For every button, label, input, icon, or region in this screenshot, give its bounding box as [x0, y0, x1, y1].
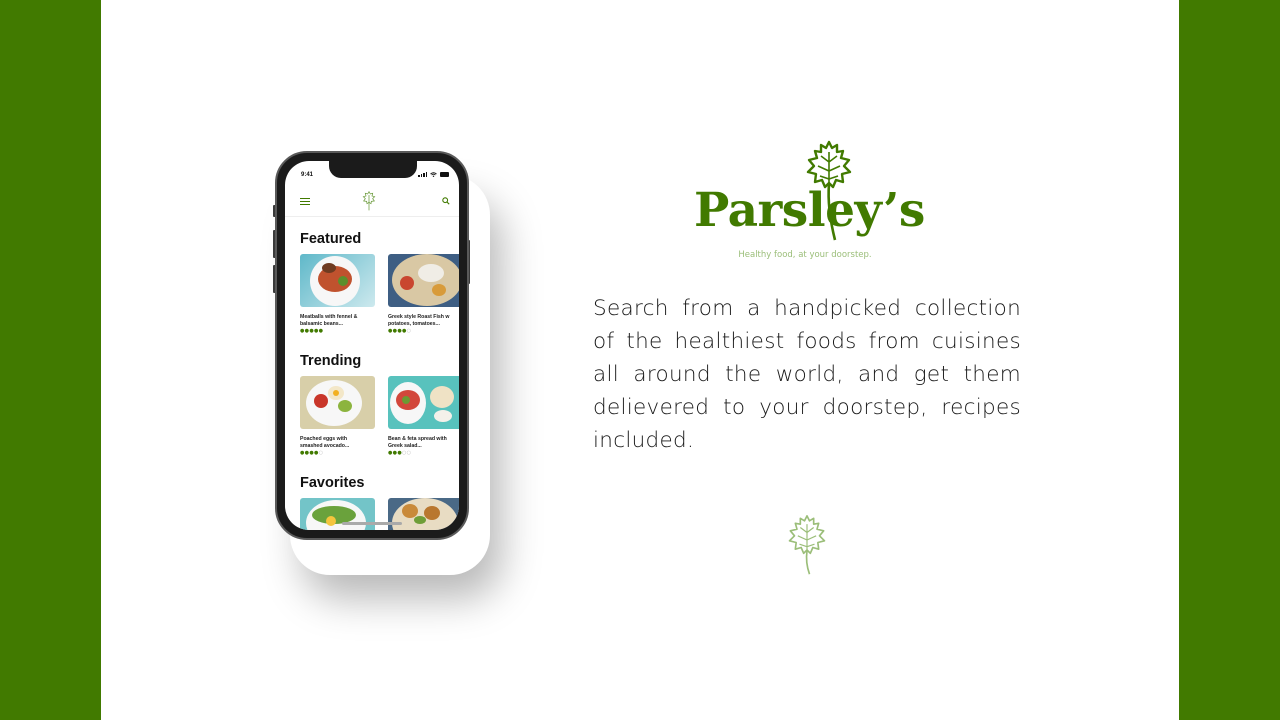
rating-stars: ●●●●● — [300, 328, 324, 334]
recipe-image — [388, 498, 459, 530]
recipe-card[interactable] — [388, 498, 459, 530]
section-title-trending: Trending — [300, 353, 362, 369]
status-time: 9:41 — [301, 172, 314, 178]
signal-icon — [418, 172, 427, 177]
recipe-card[interactable]: Poached eggs with smashed avocado... ●●●… — [300, 376, 375, 456]
recipe-image — [388, 376, 459, 429]
recipe-caption: Poached eggs with smashed avocado... — [300, 436, 350, 449]
status-icons — [418, 172, 449, 177]
recipe-caption: Meatballs with fennel & balsamic beans..… — [300, 314, 358, 327]
recipe-image — [300, 498, 375, 530]
phone-mockup: 9:41 Featured Meatballs with fennel & ba… — [275, 151, 469, 540]
rating-stars: ●●●○○ — [388, 450, 412, 456]
recipe-image — [300, 376, 375, 429]
recipe-caption: Bean & feta spread with Greek salad... — [388, 436, 447, 449]
app-bar — [285, 183, 459, 217]
search-icon[interactable] — [442, 197, 450, 205]
brand-name: Parsley’s — [694, 183, 925, 238]
recipe-image — [300, 254, 375, 307]
home-indicator — [342, 522, 402, 525]
rating-stars: ●●●●○ — [300, 450, 324, 456]
app-description: Search from a handpicked collection of t… — [593, 296, 1021, 453]
parsley-leaf-icon — [362, 191, 376, 211]
recipe-caption: Greek style Roast Fish w potatoes, tomat… — [388, 314, 450, 327]
battery-icon — [440, 172, 449, 177]
recipe-card[interactable] — [300, 498, 375, 530]
recipe-card[interactable]: Bean & feta spread with Greek salad... ●… — [388, 376, 459, 456]
section-title-favorites: Favorites — [300, 475, 365, 491]
section-title-featured: Featured — [300, 231, 362, 247]
recipe-card[interactable]: Greek style Roast Fish w potatoes, tomat… — [388, 254, 459, 334]
phone-screen: 9:41 Featured Meatballs with fennel & ba… — [285, 161, 459, 530]
parsley-leaf-icon — [788, 514, 826, 575]
hamburger-menu-icon[interactable] — [300, 198, 310, 205]
brand-tagline: Healthy food, at your doorstep. — [738, 250, 872, 260]
recipe-card[interactable]: Meatballs with fennel & balsamic beans..… — [300, 254, 375, 334]
wifi-icon — [430, 172, 437, 177]
recipe-image — [388, 254, 459, 307]
rating-stars: ●●●●○ — [388, 328, 412, 334]
phone-notch — [329, 161, 417, 178]
